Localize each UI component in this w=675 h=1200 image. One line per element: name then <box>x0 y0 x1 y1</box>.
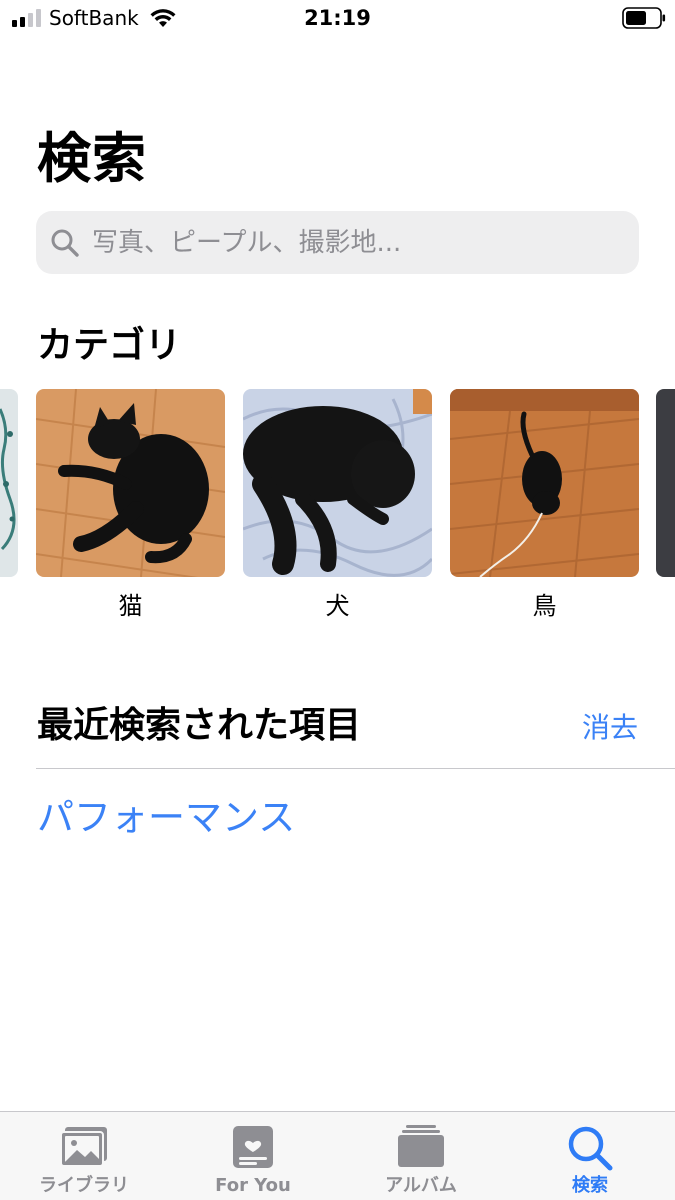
recent-searches-title: 最近検索された項目 <box>37 705 362 746</box>
category-thumbnail <box>450 389 639 577</box>
status-time: 21:19 <box>304 6 371 30</box>
recent-search-item[interactable]: パフォーマンス <box>37 792 295 844</box>
category-label-dog: 犬 <box>325 592 350 620</box>
search-icon <box>51 229 79 257</box>
category-label-cat: 猫 <box>118 592 143 620</box>
tab-search[interactable]: 検索 <box>506 1112 674 1200</box>
divider <box>36 768 675 769</box>
search-icon <box>568 1126 613 1171</box>
search-placeholder[interactable]: 写真、ピープル、撮影地... <box>92 226 401 260</box>
battery-icon <box>622 7 666 29</box>
category-card-bird[interactable] <box>450 389 639 577</box>
tab-label: For You <box>215 1175 291 1196</box>
tab-albums[interactable]: アルバム <box>337 1112 505 1200</box>
category-card-partial-left[interactable] <box>0 389 18 577</box>
categories-title: カテゴリ <box>37 325 182 366</box>
tab-label: アルバム <box>385 1175 457 1196</box>
category-thumbnail <box>243 389 432 577</box>
clear-recent-button[interactable]: 消去 <box>582 708 638 748</box>
tab-library[interactable]: ライブラリ <box>0 1112 168 1200</box>
tab-for-you[interactable]: For You <box>169 1112 337 1200</box>
status-bar: SoftBank 21:19 <box>0 0 675 38</box>
photos-library-icon <box>60 1127 107 1167</box>
page-title: 検索 <box>37 127 147 190</box>
albums-icon <box>398 1125 444 1167</box>
category-label-bird: 鳥 <box>532 592 557 620</box>
category-card-partial-right[interactable] <box>656 389 675 577</box>
tab-bar: ライブラリ For You アルバム 検索 <box>0 1111 675 1200</box>
tab-label: 検索 <box>572 1175 608 1196</box>
category-card-dog[interactable] <box>243 389 432 577</box>
category-card-cat[interactable] <box>36 389 225 577</box>
tab-label: ライブラリ <box>39 1175 129 1196</box>
search-field[interactable]: 写真、ピープル、撮影地... <box>36 211 639 274</box>
category-thumbnail <box>36 389 225 577</box>
for-you-icon <box>233 1126 273 1168</box>
photos-search-screen: SoftBank 21:19 検索 写真、ピープル、撮影地... カテゴリ 猫 … <box>0 0 675 1200</box>
